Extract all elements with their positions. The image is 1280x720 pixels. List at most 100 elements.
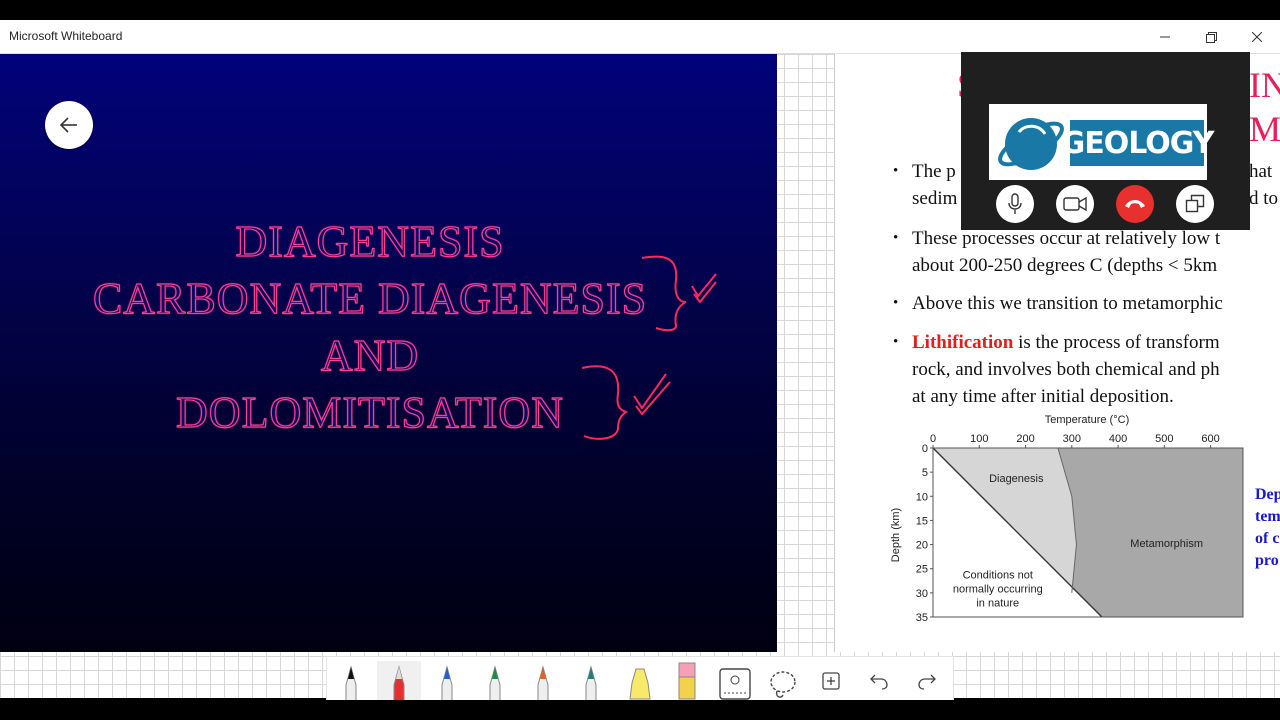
tick-ink-2 — [633, 373, 671, 416]
side-text-4: pro — [1255, 552, 1279, 569]
side-text-3: of c — [1255, 530, 1280, 547]
heading-fragment-3: M — [1249, 109, 1280, 149]
bracket-ink-2 — [581, 365, 629, 440]
arrow-left-icon — [59, 117, 77, 133]
letterbox-bottom — [0, 700, 1280, 720]
restore-button[interactable] — [1196, 26, 1226, 48]
x-tick-label: 500 — [1155, 433, 1173, 445]
y-tick-label: 0 — [922, 443, 928, 455]
undo-button[interactable] — [857, 661, 901, 701]
planet-icon — [998, 118, 1064, 170]
y-tick-label: 15 — [916, 515, 928, 527]
y-tick-label: 5 — [922, 467, 928, 479]
ink-toolbar — [326, 656, 954, 702]
blue-pen-icon — [441, 665, 453, 701]
y-tick-label: 20 — [916, 540, 928, 552]
bullet-1: • The p sedim — [893, 161, 958, 209]
region-label-diagenesis: Diagenesis — [989, 473, 1044, 485]
title-bar: Microsoft Whiteboard — [0, 20, 1280, 54]
red-pen-icon — [393, 665, 405, 701]
microphone-button[interactable] — [996, 185, 1034, 223]
video-call-window[interactable]: GEOLOGY — [961, 52, 1250, 230]
x-tick-label: 200 — [1016, 433, 1034, 445]
logo-text: GEOLOGY — [1061, 120, 1214, 166]
y-tick-label: 30 — [916, 588, 928, 600]
microphone-icon — [1008, 193, 1022, 214]
redo-icon — [918, 674, 936, 690]
bullet-1-text-b: hat — [1249, 161, 1273, 182]
bullet-2: • These processes occur at relatively low… — [893, 228, 1221, 276]
close-button[interactable] — [1242, 26, 1272, 48]
bullet-2-line2: about 200-250 degrees C (depths < 5km — [912, 255, 1218, 276]
y-tick-label: 25 — [916, 564, 928, 576]
undo-icon — [870, 674, 888, 690]
chart-ylabel: Depth (km) — [890, 508, 902, 562]
heading-fragment-2: IN — [1249, 65, 1280, 105]
region-label-not-natural-line: normally occurring — [953, 583, 1043, 595]
bullet-1-text: The p — [912, 161, 956, 182]
bullet-1-line2: sedim — [912, 188, 958, 209]
orange-pen-icon — [537, 665, 549, 701]
teal-pen-tool[interactable] — [569, 661, 613, 701]
x-tick-label: 100 — [970, 433, 988, 445]
bullet-3-text: Above this we transition to metamorphic — [912, 293, 1223, 314]
ruler-icon — [719, 668, 751, 700]
green-pen-tool[interactable] — [473, 661, 517, 701]
highlighter-tool[interactable] — [617, 661, 661, 701]
red-pen-tool[interactable] — [377, 661, 421, 701]
blue-pen-tool[interactable] — [425, 661, 469, 701]
bullet-4-line3: at any time after initial deposition. — [912, 386, 1174, 407]
add-icon — [822, 672, 840, 690]
bullet-1-line2-b: d to — [1249, 188, 1279, 209]
app-title: Microsoft Whiteboard — [9, 29, 123, 43]
lithification-term: Lithification — [912, 332, 1014, 353]
y-tick-label: 35 — [916, 612, 928, 624]
video-camera-icon — [1063, 196, 1087, 212]
letterbox-top — [0, 0, 1280, 20]
popout-button[interactable] — [1176, 185, 1214, 223]
teal-pen-icon — [585, 665, 597, 701]
camera-button[interactable] — [1056, 185, 1094, 223]
bullet-3: • Above this we transition to metamorphic — [893, 293, 1223, 314]
hang-up-icon — [1125, 200, 1145, 208]
black-pen-icon — [345, 665, 357, 701]
bracket-ink-1 — [641, 255, 687, 332]
back-button[interactable] — [45, 101, 93, 149]
region-label-not-natural-line: Conditions not — [963, 569, 1033, 581]
depth-temperature-chart: Temperature (°C) Depth (km) 0 100 200 300 40… — [890, 414, 1244, 624]
x-tick-label: 0 — [930, 433, 936, 445]
bullet-1-right: hat d to — [1249, 158, 1278, 212]
lasso-tool[interactable] — [761, 661, 805, 701]
region-label-not-natural-line: in nature — [976, 597, 1019, 609]
green-pen-icon — [489, 665, 501, 701]
side-text: Dep tem of c pro — [1255, 484, 1280, 572]
region-label-metamorphism: Metamorphism — [1130, 538, 1203, 550]
geology-logo: GEOLOGY — [989, 104, 1214, 180]
ink-annotations — [581, 255, 717, 440]
popout-icon — [1185, 194, 1205, 213]
eraser-tool[interactable] — [665, 661, 709, 701]
redo-button[interactable] — [905, 661, 949, 701]
minimize-button[interactable] — [1150, 26, 1180, 48]
bullet-4-text: is the process of transform — [1013, 332, 1220, 353]
x-tick-label: 600 — [1201, 433, 1219, 445]
ruler-tool[interactable] — [713, 661, 757, 701]
side-text-1: Dep — [1255, 486, 1280, 503]
y-tick-label: 10 — [916, 491, 928, 503]
x-tick-label: 400 — [1109, 433, 1127, 445]
x-tick-label: 300 — [1063, 433, 1081, 445]
bullet-4-line2: rock, and involves both chemical and ph — [912, 359, 1220, 380]
tick-ink-1 — [691, 273, 717, 304]
orange-pen-tool[interactable] — [521, 661, 565, 701]
metamorphism-region — [1057, 448, 1243, 617]
black-pen-tool[interactable] — [329, 661, 373, 701]
add-button[interactable] — [809, 661, 853, 701]
lasso-icon — [770, 671, 796, 698]
side-text-2: tem — [1255, 508, 1280, 525]
bullet-4: • Lithification is the process of transfo… — [893, 332, 1220, 407]
bullet-2-text: These processes occur at relatively low … — [912, 228, 1221, 249]
hang-up-button[interactable] — [1116, 185, 1154, 223]
chart-title: Temperature (°C) — [1045, 414, 1129, 426]
eraser-icon — [678, 662, 696, 700]
highlighter-icon — [629, 668, 651, 700]
